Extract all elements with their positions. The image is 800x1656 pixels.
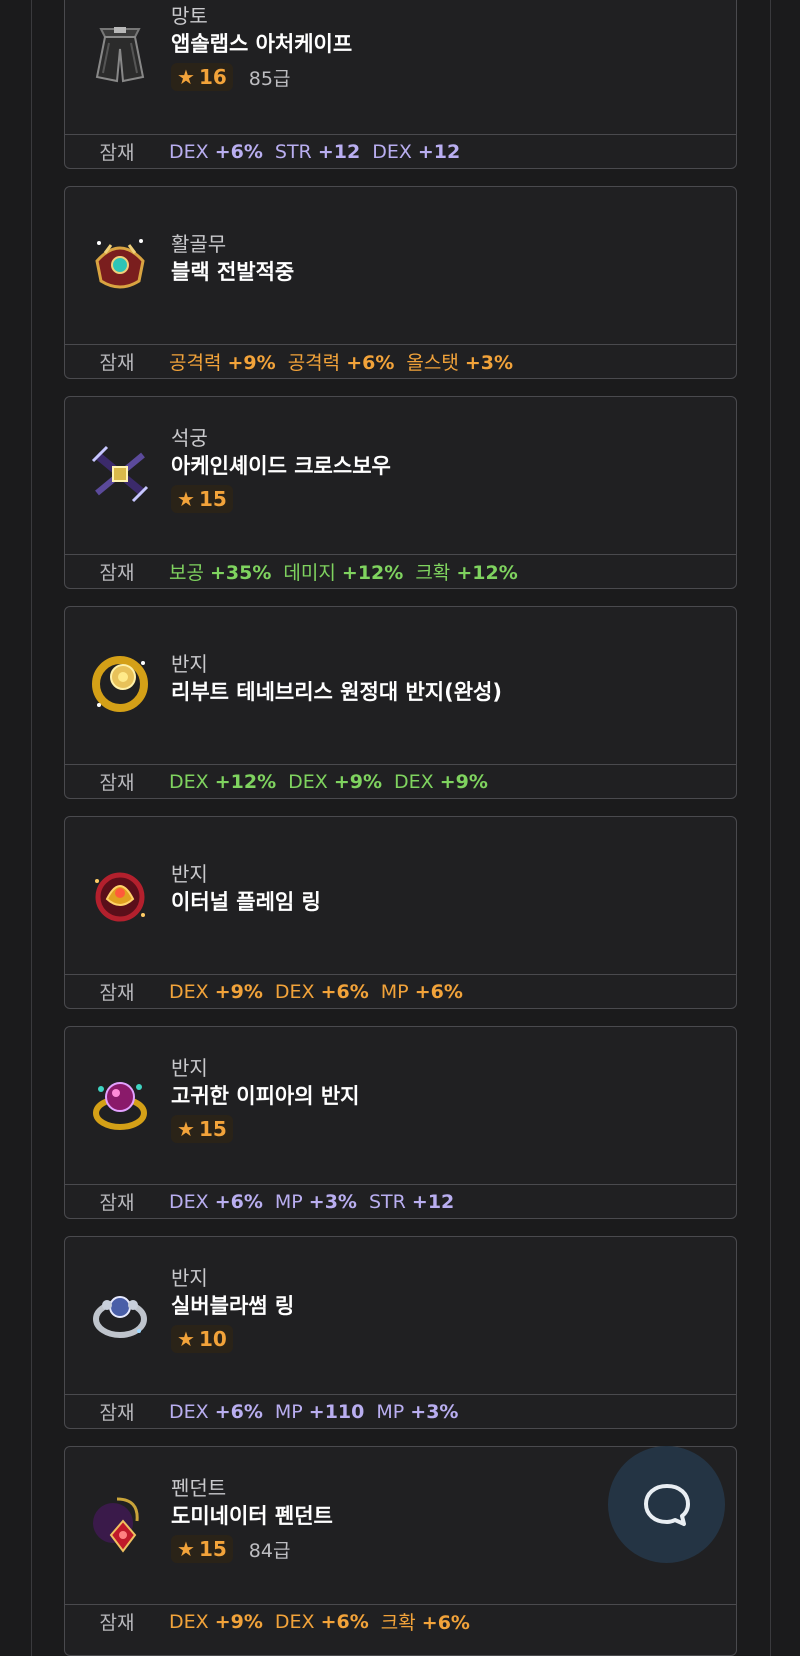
potential-label: 잠재 <box>99 772 135 794</box>
star-force-badge: ★ 10 <box>171 1325 233 1353</box>
thimble-icon <box>87 231 153 297</box>
potential-stat: DEX +9% <box>169 1610 263 1633</box>
potential-stat: 공격력 +6% <box>287 352 395 374</box>
item-card[interactable]: 반지 리부트 테네브리스 원정대 반지(완성) 잠재 DEX +12% DEX … <box>64 606 737 799</box>
chat-bubble-icon <box>643 1483 690 1526</box>
item-name: 도미네이터 펜던트 <box>171 1504 333 1528</box>
star-count: 16 <box>198 65 227 89</box>
potential-stat: 데미지 +12% <box>283 562 404 584</box>
item-name: 리부트 테네브리스 원정대 반지(완성) <box>171 680 502 704</box>
star-icon: ★ <box>177 487 195 511</box>
star-force-badge: ★ 15 <box>171 485 233 513</box>
star-force-badge: ★ 15 <box>171 1535 233 1563</box>
gold-ring-icon <box>87 651 153 717</box>
potential-label: 잠재 <box>99 982 135 1004</box>
item-category: 석궁 <box>171 426 208 450</box>
potential-label: 잠재 <box>99 1192 135 1214</box>
item-category: 반지 <box>171 1056 208 1080</box>
item-card[interactable]: 반지 이터널 플레임 링 잠재 DEX +9% DEX +6% MP +6% <box>64 816 737 1009</box>
item-category: 활골무 <box>171 232 227 256</box>
item-name: 이터널 플레임 링 <box>171 890 321 914</box>
flame-ring-icon <box>87 861 153 927</box>
potential-row: 잠재 DEX +12% DEX +9% DEX +9% <box>65 764 736 798</box>
item-level: 85급 <box>248 67 291 90</box>
star-force-badge: ★ 16 <box>171 63 233 91</box>
potential-row: 잠재 DEX +9% DEX +6% 크확 +6% <box>65 1604 736 1638</box>
potential-stat: DEX +12 <box>372 140 461 163</box>
item-level: 84급 <box>248 1539 291 1562</box>
item-card[interactable]: 반지 고귀한 이피아의 반지 ★ 15 잠재 DEX +6% MP +3% ST… <box>64 1026 737 1219</box>
item-name: 실버블라썸 링 <box>171 1294 295 1318</box>
potential-row: 잠재 DEX +9% DEX +6% MP +6% <box>65 974 736 1008</box>
potential-label: 잠재 <box>99 142 135 164</box>
chat-button[interactable] <box>608 1446 725 1563</box>
item-card[interactable]: 망토 앱솔랩스 아처케이프 ★ 16 85급 잠재 DEX +6% STR +1… <box>64 0 737 169</box>
potential-stat: STR +12 <box>368 1190 455 1213</box>
cape-icon <box>87 19 153 85</box>
potential-stat: STR +12 <box>274 140 361 163</box>
potential-stat: DEX +6% <box>169 1190 263 1213</box>
potential-stat: DEX +6% <box>274 1610 369 1633</box>
star-count: 15 <box>198 1117 227 1141</box>
potential-stat: DEX +9% <box>169 980 263 1003</box>
potential-stat: DEX +9% <box>288 770 382 793</box>
potential-stat: 크확 +12% <box>415 562 518 584</box>
potential-row: 잠재 DEX +6% MP +3% STR +12 <box>65 1184 736 1218</box>
star-count: 15 <box>198 1537 227 1561</box>
item-name: 앱솔랩스 아처케이프 <box>171 32 353 56</box>
item-card[interactable]: 석궁 아케인셰이드 크로스보우 ★ 15 잠재 보공 +35% 데미지 +12%… <box>64 396 737 589</box>
potential-row: 잠재 DEX +6% MP +110 MP +3% <box>65 1394 736 1428</box>
item-card[interactable]: 반지 실버블라썸 링 ★ 10 잠재 DEX +6% MP +110 MP +3… <box>64 1236 737 1429</box>
potential-label: 잠재 <box>99 1612 135 1634</box>
potential-stat: 크확 +6% <box>380 1612 470 1634</box>
star-count: 15 <box>198 487 227 511</box>
item-category: 반지 <box>171 862 208 886</box>
potential-stat: DEX +6% <box>169 1400 263 1423</box>
potential-stat: 올스탯 +3% <box>406 352 514 374</box>
star-force-badge: ★ 15 <box>171 1115 233 1143</box>
gem-ring-icon <box>87 1071 153 1137</box>
star-icon: ★ <box>177 1117 195 1141</box>
pendant-icon <box>87 1491 153 1557</box>
potential-stat: 공격력 +9% <box>169 352 276 374</box>
potential-row: 잠재 공격력 +9% 공격력 +6% 올스탯 +3% <box>65 344 736 378</box>
potential-label: 잠재 <box>99 1402 135 1424</box>
potential-stat: DEX +6% <box>274 980 369 1003</box>
potential-stat: MP +110 <box>274 1400 365 1423</box>
potential-stat: MP +3% <box>376 1400 459 1423</box>
item-category: 망토 <box>171 4 208 28</box>
potential-stat: DEX +9% <box>394 770 488 793</box>
item-card[interactable]: 활골무 블랙 전발적중 잠재 공격력 +9% 공격력 +6% 올스탯 +3% <box>64 186 737 379</box>
item-category: 펜던트 <box>171 1476 227 1500</box>
potential-stat: 보공 +35% <box>169 562 272 584</box>
potential-stat: DEX +6% <box>169 140 263 163</box>
star-icon: ★ <box>177 1537 195 1561</box>
potential-row: 잠재 DEX +6% STR +12 DEX +12 <box>65 134 736 168</box>
crossbow-icon <box>87 441 153 507</box>
silver-ring-icon <box>87 1281 153 1347</box>
item-name: 블랙 전발적중 <box>171 260 295 284</box>
star-count: 10 <box>198 1327 227 1351</box>
star-icon: ★ <box>177 1327 195 1351</box>
potential-stat: MP +6% <box>380 980 463 1003</box>
item-name: 아케인셰이드 크로스보우 <box>171 454 391 478</box>
star-icon: ★ <box>177 65 195 89</box>
potential-row: 잠재 보공 +35% 데미지 +12% 크확 +12% <box>65 554 736 588</box>
item-category: 반지 <box>171 652 208 676</box>
potential-stat: DEX +12% <box>169 770 277 793</box>
potential-label: 잠재 <box>99 352 135 374</box>
potential-stat: MP +3% <box>274 1190 357 1213</box>
item-category: 반지 <box>171 1266 208 1290</box>
potential-label: 잠재 <box>99 562 135 584</box>
item-name: 고귀한 이피아의 반지 <box>171 1084 360 1108</box>
